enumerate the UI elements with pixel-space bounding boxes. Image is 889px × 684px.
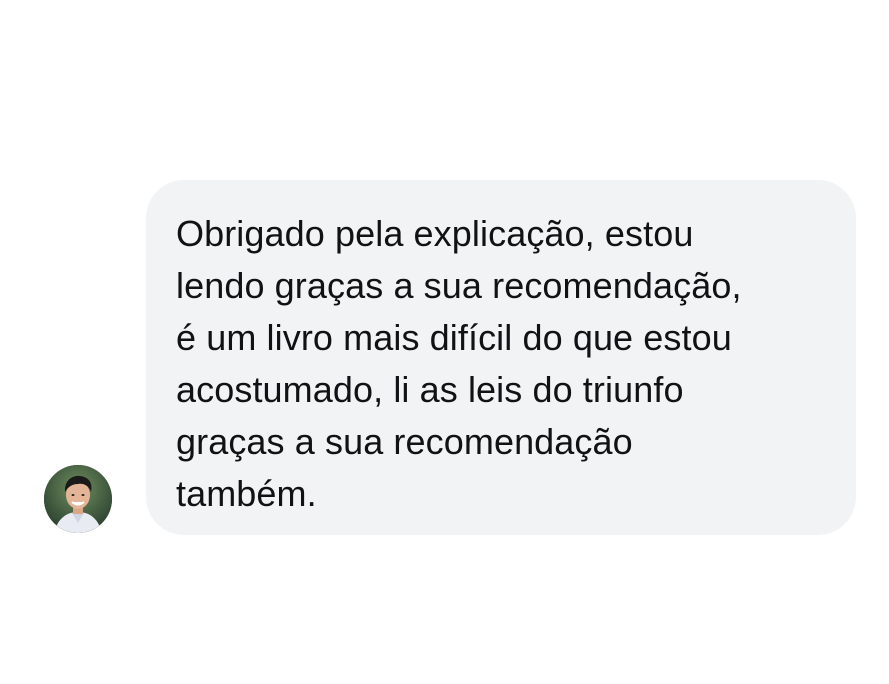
message-line: Obrigado pela explicação, estou bbox=[176, 213, 694, 254]
message-line: lendo graças a sua recomendação, bbox=[176, 265, 742, 306]
message-line: é um livro mais difícil do que estou bbox=[176, 317, 732, 358]
message-bubble[interactable]: Obrigado pela explicação, estou lendo gr… bbox=[146, 180, 856, 535]
sender-avatar[interactable] bbox=[44, 465, 112, 533]
message-line: acostumado, li as leis do triunfo bbox=[176, 369, 684, 410]
avatar-photo bbox=[44, 465, 112, 533]
chat-thread: Obrigado pela explicação, estou lendo gr… bbox=[0, 0, 889, 684]
message-line: também. bbox=[176, 473, 317, 514]
message-line: graças a sua recomendação bbox=[176, 421, 633, 462]
message-text: Obrigado pela explicação, estou lendo gr… bbox=[176, 208, 836, 520]
